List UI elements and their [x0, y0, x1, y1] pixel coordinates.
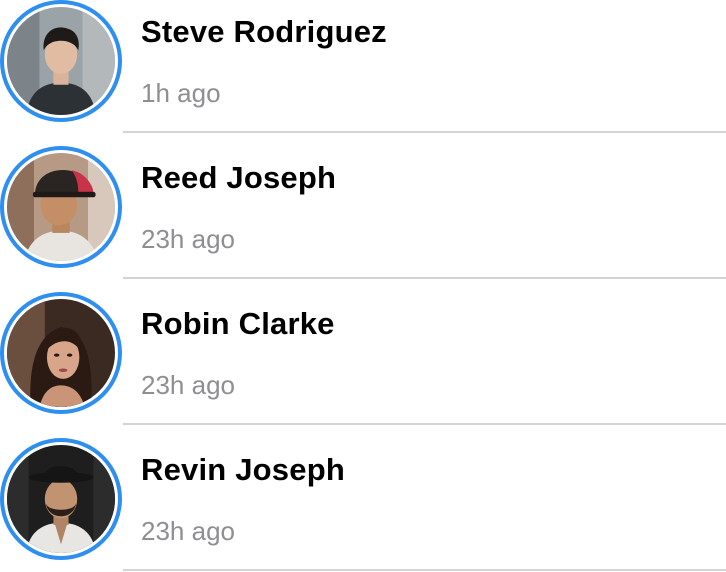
divider: [123, 277, 726, 279]
avatar-photo-icon: [7, 299, 115, 407]
story-name: Robin Clarke: [141, 306, 335, 341]
avatar-ring[interactable]: [0, 146, 122, 268]
story-name: Steve Rodriguez: [141, 14, 387, 49]
avatar: [7, 299, 115, 407]
divider: [123, 423, 726, 425]
avatar-ring[interactable]: [0, 438, 122, 560]
avatar-photo-icon: [7, 7, 115, 115]
story-row-robin-clarke[interactable]: Robin Clarke 23h ago: [0, 292, 726, 438]
story-row-steve-rodriguez[interactable]: Steve Rodriguez 1h ago: [0, 0, 726, 146]
story-row-revin-joseph[interactable]: Revin Joseph 23h ago: [0, 438, 726, 572]
story-name: Revin Joseph: [141, 452, 345, 487]
divider: [123, 569, 726, 571]
story-name: Reed Joseph: [141, 160, 337, 195]
avatar-photo-icon: [7, 153, 115, 261]
story-list: Steve Rodriguez 1h ago Reed Joseph 23h a…: [0, 0, 726, 572]
story-timestamp: 23h ago: [141, 224, 235, 254]
story-row-reed-joseph[interactable]: Reed Joseph 23h ago: [0, 146, 726, 292]
avatar: [7, 153, 115, 261]
avatar-ring[interactable]: [0, 292, 122, 414]
avatar: [7, 445, 115, 553]
story-timestamp: 23h ago: [141, 370, 235, 400]
divider: [123, 131, 726, 133]
story-timestamp: 23h ago: [141, 516, 235, 546]
avatar-ring[interactable]: [0, 0, 122, 122]
avatar: [7, 7, 115, 115]
story-timestamp: 1h ago: [141, 78, 221, 108]
avatar-photo-icon: [7, 445, 115, 553]
